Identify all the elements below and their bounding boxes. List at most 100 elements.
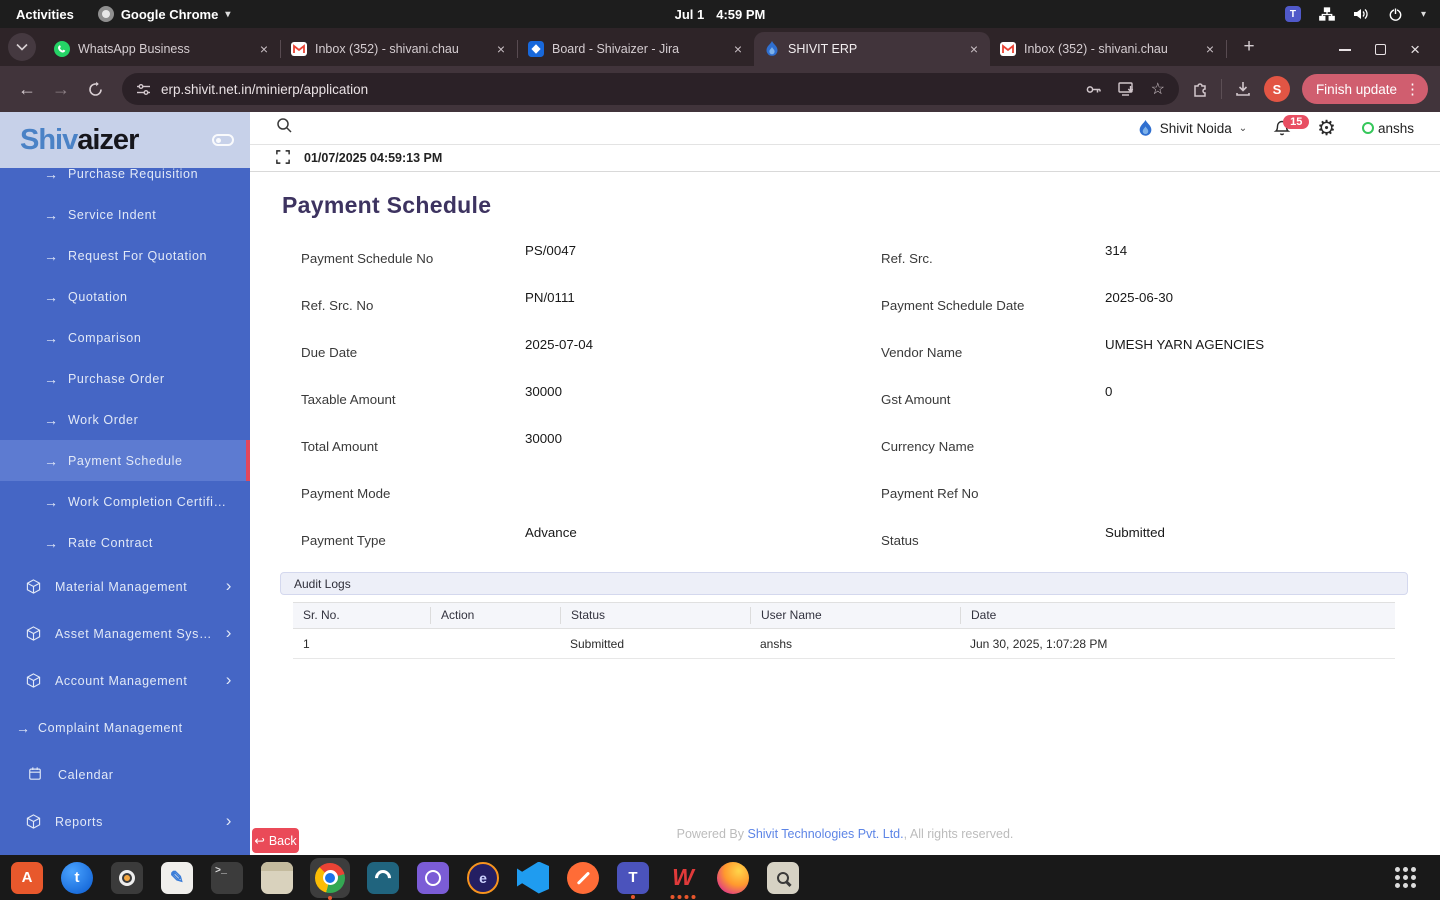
text-editor-icon[interactable]: ✎ (160, 861, 194, 895)
arrow-icon: → (44, 534, 59, 551)
finish-update-button[interactable]: Finish update ⋮ (1301, 74, 1428, 104)
arrow-icon: → (44, 288, 59, 305)
github-desktop-icon[interactable] (416, 861, 450, 895)
sidebar-item-work-order[interactable]: → Work Order (0, 399, 250, 440)
cell-date: Jun 30, 2025, 1:07:28 PM (970, 636, 1108, 651)
sidebar-item-complaint-management[interactable]: → Complaint Management (0, 704, 250, 751)
activities-button[interactable]: Activities (16, 7, 74, 22)
install-app-icon[interactable] (1117, 81, 1135, 97)
sidebar-item-payment-schedule[interactable]: → Payment Schedule (0, 440, 250, 481)
tab-separator (1226, 40, 1227, 58)
erp-app: Shivaizer → Purchase Requisition → Service… (0, 112, 1440, 855)
show-applications-icon[interactable] (1395, 867, 1416, 888)
system-menu-caret-icon[interactable]: ▾ (1421, 9, 1426, 20)
tab-close-icon[interactable]: × (732, 40, 744, 58)
finish-update-label: Finish update (1315, 81, 1397, 97)
tab-jira[interactable]: Board - Shivaizer - Jira × (518, 32, 754, 66)
terminal-icon[interactable]: >_ (210, 861, 244, 895)
dock-taskbar: A t ✎ >_ e T W (0, 855, 1440, 900)
clock[interactable]: Jul 1 4:59 PM (675, 7, 766, 22)
field-label: Taxable Amount (301, 392, 396, 407)
module-box-icon (26, 814, 41, 829)
arrow-icon: → (44, 493, 59, 510)
profile-avatar[interactable]: S (1263, 76, 1290, 102)
app-menu[interactable]: Google Chrome ▾ (97, 6, 230, 22)
sidebar-item-service-indent[interactable]: → Service Indent (0, 194, 250, 235)
tab-close-icon[interactable]: × (495, 40, 507, 58)
settings-gear-icon[interactable]: ⚙ (1317, 118, 1336, 139)
firefox-icon[interactable] (716, 861, 750, 895)
tab-gmail-1[interactable]: Inbox (352) - shivani.chau × (281, 32, 517, 66)
browser-menu-dots-icon[interactable]: ⋮ (1405, 80, 1420, 98)
tab-close-icon[interactable]: × (1204, 40, 1216, 58)
tab-title: Inbox (352) - shivani.chau (1024, 42, 1168, 56)
downloads-icon[interactable] (1234, 80, 1252, 98)
address-bar[interactable]: erp.shivit.net.in/minierp/application ☆ (122, 73, 1179, 105)
ms-teams-icon[interactable]: T (616, 861, 650, 899)
network-icon[interactable] (1319, 7, 1335, 21)
sidebar-item-work-completion-certificate[interactable]: → Work Completion Certifi… (0, 481, 250, 522)
forward-nav-icon[interactable]: → (46, 74, 76, 104)
back-button[interactable]: ↩ Back (252, 828, 299, 853)
power-icon[interactable] (1388, 7, 1403, 22)
volume-icon[interactable] (1353, 7, 1370, 21)
vscode-icon[interactable] (516, 861, 550, 895)
sidebar-item-rate-contract[interactable]: → Rate Contract (0, 522, 250, 563)
sidebar-menu: → Purchase Requisition → Service Indent → R… (0, 153, 250, 855)
module-box-icon (26, 579, 41, 594)
tab-close-icon[interactable]: × (968, 40, 980, 58)
sidebar-item-quotation[interactable]: → Quotation (0, 276, 250, 317)
tab-close-icon[interactable]: × (258, 40, 270, 58)
sidebar-item-account-management[interactable]: Account Management › (0, 657, 250, 704)
screenshot-tool-icon[interactable] (766, 861, 800, 895)
mysql-workbench-icon[interactable] (366, 861, 400, 895)
ubuntu-software-icon[interactable]: A (10, 861, 44, 895)
tab-whatsapp[interactable]: WhatsApp Business × (44, 32, 280, 66)
sidebar-item-request-for-quotation[interactable]: → Request For Quotation (0, 235, 250, 276)
sidebar-item-material-management[interactable]: Material Management › (0, 563, 250, 610)
rhythmbox-icon[interactable] (110, 861, 144, 895)
postman-icon[interactable] (566, 861, 600, 895)
new-tab-button[interactable]: + (1235, 33, 1263, 61)
back-nav-icon[interactable]: ← (12, 74, 42, 104)
tab-shivit-erp[interactable]: SHIVIT ERP × (754, 32, 990, 66)
fullscreen-icon[interactable] (276, 149, 290, 167)
bookmark-star-icon[interactable]: ☆ (1151, 79, 1165, 99)
sidebar-item-calendar[interactable]: Calendar (0, 751, 250, 798)
sidebar-item-purchase-order[interactable]: → Purchase Order (0, 358, 250, 399)
tab-gmail-2[interactable]: Inbox (352) - shivani.chau × (990, 32, 1226, 66)
restore-button[interactable] (1375, 44, 1387, 55)
google-chrome-icon[interactable] (310, 857, 350, 900)
sidebar-collapse-toggle[interactable] (212, 134, 234, 146)
reload-icon[interactable] (80, 74, 110, 104)
sidebar-item-asset-management[interactable]: Asset Management Sys… › (0, 610, 250, 657)
search-icon[interactable] (276, 117, 293, 139)
field-label: Ref. Src. No (301, 298, 374, 313)
minimize-button[interactable] (1339, 48, 1352, 51)
datetime-bar: 01/07/2025 04:59:13 PM (250, 145, 1440, 172)
field-label: Payment Schedule Date (881, 298, 1025, 313)
field-value: 2025-06-30 (1105, 290, 1174, 305)
thunderbird-icon[interactable]: t (60, 861, 94, 895)
app-logo: Shivaizer (0, 112, 250, 168)
sidebar-item-comparison[interactable]: → Comparison (0, 317, 250, 358)
password-key-icon[interactable] (1085, 81, 1102, 98)
detail-fields: Payment Schedule No PS/0047 Ref. Src. 31… (301, 235, 1408, 564)
user-menu[interactable]: anshs (1361, 121, 1414, 136)
sidebar: Shivaizer → Purchase Requisition → Service… (0, 112, 250, 855)
main-panel: Shivit Noida ⌄ 15 ⚙ anshs 01/07/2025 04:… (250, 112, 1440, 855)
tab-search-button[interactable] (8, 33, 36, 61)
teams-tray-icon[interactable]: T (1284, 6, 1301, 22)
site-settings-icon[interactable] (136, 82, 151, 97)
extensions-puzzle-icon[interactable] (1191, 80, 1209, 98)
wps-office-icon[interactable]: W (666, 861, 700, 899)
eclipse-icon[interactable]: e (466, 861, 500, 895)
field-label: Status (881, 533, 919, 548)
files-icon[interactable] (260, 861, 294, 895)
notifications-button[interactable]: 15 (1273, 114, 1310, 138)
shivit-flame-icon (764, 41, 780, 57)
org-selector[interactable]: Shivit Noida ⌄ (1138, 119, 1247, 137)
sidebar-item-reports[interactable]: Reports › (0, 798, 250, 845)
close-window-button[interactable]: × (1410, 41, 1420, 58)
footer-company-link[interactable]: Shivit Technologies Pvt. Ltd. (747, 827, 903, 841)
